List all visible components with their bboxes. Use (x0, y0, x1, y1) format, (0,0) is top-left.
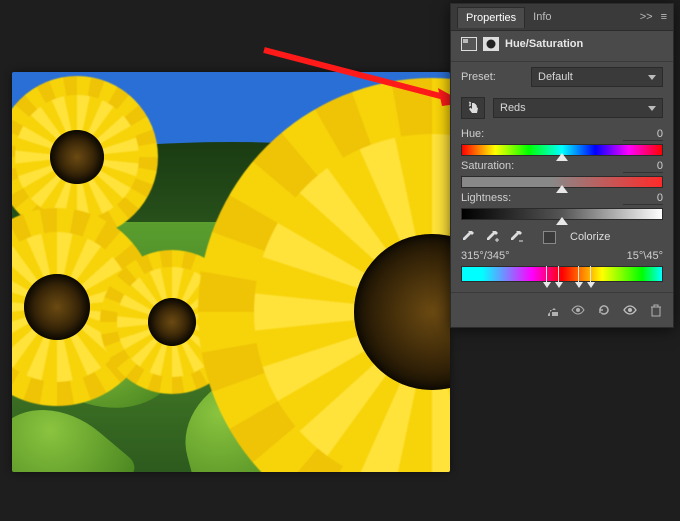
adjustment-title: Hue/Saturation (505, 38, 583, 50)
color-range-bar[interactable] (461, 266, 663, 282)
preset-label: Preset: (461, 71, 523, 83)
lightness-slider[interactable] (461, 208, 663, 220)
channel-dropdown[interactable]: Reds (493, 98, 663, 118)
colorize-label: Colorize (570, 231, 610, 243)
saturation-value[interactable]: 0 (623, 160, 663, 173)
hue-slider[interactable] (461, 144, 663, 156)
saturation-slider[interactable] (461, 176, 663, 188)
slider-thumb[interactable] (556, 153, 568, 161)
range-handle[interactable] (546, 266, 547, 282)
lightness-label: Lightness: (461, 192, 511, 205)
range-right-value: 15°\45° (627, 250, 663, 262)
slider-thumb[interactable] (556, 185, 568, 193)
chevron-down-icon (648, 106, 656, 111)
preset-value: Default (538, 71, 573, 83)
tab-properties[interactable]: Properties (457, 7, 525, 28)
slider-thumb[interactable] (556, 217, 568, 225)
colorize-checkbox[interactable] (543, 231, 556, 244)
reset-icon[interactable] (597, 303, 611, 317)
range-handle[interactable] (590, 266, 591, 282)
hue-value[interactable]: 0 (623, 128, 663, 141)
visibility-icon[interactable] (623, 303, 637, 317)
panel-menu-icon[interactable]: ≡ (661, 11, 667, 23)
document-canvas[interactable] (12, 72, 450, 472)
collapse-panel-icon[interactable]: >> (640, 11, 653, 23)
tab-info[interactable]: Info (525, 7, 559, 27)
clip-to-layer-icon[interactable] (545, 303, 559, 317)
view-previous-state-icon[interactable] (571, 303, 585, 317)
lightness-value[interactable]: 0 (623, 192, 663, 205)
layer-mask-icon (483, 37, 499, 51)
hand-pointer-icon (466, 101, 480, 115)
chevron-down-icon (648, 75, 656, 80)
image-content (12, 72, 450, 472)
channel-value: Reds (500, 102, 526, 114)
saturation-label: Saturation: (461, 160, 514, 173)
targeted-adjustment-tool-button[interactable] (461, 97, 485, 119)
adjustment-thumbnail-icon (461, 37, 477, 51)
hue-label: Hue: (461, 128, 484, 141)
trash-icon[interactable] (649, 303, 663, 317)
eyedropper-icon[interactable] (461, 230, 475, 244)
eyedropper-subtract-icon[interactable] (509, 230, 523, 244)
properties-panel: Properties Info >> ≡ Hue/Saturation Pres… (450, 3, 674, 328)
range-left-value: 315°/345° (461, 250, 510, 262)
range-handle[interactable] (578, 266, 579, 282)
range-handle[interactable] (558, 266, 559, 282)
eyedropper-add-icon[interactable] (485, 230, 499, 244)
preset-dropdown[interactable]: Default (531, 67, 663, 87)
